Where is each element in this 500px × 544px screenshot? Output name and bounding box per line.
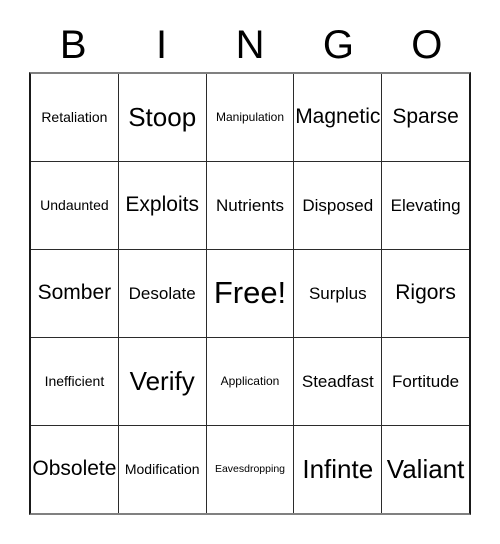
bingo-cell[interactable]: Steadfast: [293, 338, 381, 425]
bingo-header-letter-o: O: [411, 23, 443, 67]
bingo-cell[interactable]: Somber: [31, 250, 118, 337]
bingo-cell-label: Retaliation: [41, 109, 108, 126]
bingo-cell-label: Somber: [37, 281, 112, 305]
bingo-cell[interactable]: Undaunted: [31, 162, 118, 249]
bingo-cell-label: Disposed: [302, 195, 374, 215]
bingo-cell-label: Verify: [129, 365, 195, 396]
bingo-cell[interactable]: Stoop: [117, 74, 206, 161]
bingo-cell-label: Application: [220, 374, 280, 389]
bingo-cell[interactable]: Desolate: [117, 250, 206, 337]
bingo-cell[interactable]: Elevating: [381, 162, 469, 249]
bingo-cell-label: Rigors: [395, 281, 456, 305]
bingo-cell-label: Obsolete: [32, 457, 117, 481]
bingo-cell[interactable]: Retaliation: [31, 74, 118, 161]
bingo-cell-label: Nutrients: [215, 195, 284, 215]
bingo-cell-label: Valiant: [386, 453, 465, 484]
bingo-header-row: B I N G O: [29, 18, 471, 72]
bingo-row: Somber Desolate Free! Surplus Rigors: [31, 249, 469, 337]
bingo-header-letter-g: G: [322, 23, 354, 67]
bingo-free-space-label: Free!: [213, 275, 287, 311]
bingo-cell[interactable]: Inefficient: [31, 338, 118, 425]
bingo-cell-label: Undaunted: [40, 197, 109, 214]
bingo-cell-label: Eavesdropping: [214, 462, 286, 475]
bingo-cell-label: Manipulation: [215, 110, 285, 125]
bingo-cell[interactable]: Nutrients: [205, 162, 294, 249]
bingo-grid: Retaliation Stoop Manipulation Magnetic …: [29, 72, 471, 515]
bingo-cell-label: Magnetic: [295, 105, 381, 129]
bingo-cell[interactable]: Fortitude: [381, 338, 469, 425]
bingo-cell-label: Stoop: [128, 101, 197, 132]
bingo-cell[interactable]: Manipulation: [205, 74, 294, 161]
bingo-cell[interactable]: Infinte: [293, 426, 381, 513]
bingo-cell-label: Desolate: [128, 283, 196, 303]
bingo-cell[interactable]: Sparse: [381, 74, 469, 161]
bingo-cell-label: Infinte: [302, 453, 374, 484]
bingo-cell[interactable]: Disposed: [293, 162, 381, 249]
bingo-cell-label: Exploits: [125, 193, 199, 217]
bingo-cell[interactable]: Verify: [117, 338, 206, 425]
bingo-cell[interactable]: Modification: [117, 426, 206, 513]
bingo-cell-label: Steadfast: [301, 371, 374, 391]
bingo-card: B I N G O Retaliation Stoop Manipulation…: [0, 0, 500, 544]
bingo-row: Inefficient Verify Application Steadfast…: [31, 337, 469, 425]
bingo-cell-label: Sparse: [392, 105, 459, 129]
bingo-cell-label: Elevating: [390, 195, 461, 215]
bingo-cell[interactable]: Application: [205, 338, 294, 425]
bingo-cell[interactable]: Magnetic: [293, 74, 381, 161]
bingo-header-letter-b: B: [59, 23, 87, 67]
bingo-cell[interactable]: Rigors: [381, 250, 469, 337]
bingo-header-letter-n: N: [235, 23, 265, 67]
bingo-cell[interactable]: Obsolete: [31, 426, 118, 513]
bingo-row: Undaunted Exploits Nutrients Disposed El…: [31, 161, 469, 249]
bingo-cell[interactable]: Valiant: [381, 426, 469, 513]
bingo-cell-label: Surplus: [308, 283, 367, 303]
bingo-row: Retaliation Stoop Manipulation Magnetic …: [31, 74, 469, 161]
bingo-cell-label: Modification: [124, 461, 200, 478]
bingo-header-letter-i: I: [156, 23, 168, 67]
bingo-cell-label: Fortitude: [392, 371, 460, 391]
bingo-cell[interactable]: Surplus: [293, 250, 381, 337]
bingo-cell[interactable]: Exploits: [117, 162, 206, 249]
bingo-cell-label: Inefficient: [44, 373, 105, 390]
bingo-free-space[interactable]: Free!: [205, 250, 294, 337]
bingo-row: Obsolete Modification Eavesdropping Infi…: [31, 425, 469, 513]
bingo-cell[interactable]: Eavesdropping: [205, 426, 294, 513]
